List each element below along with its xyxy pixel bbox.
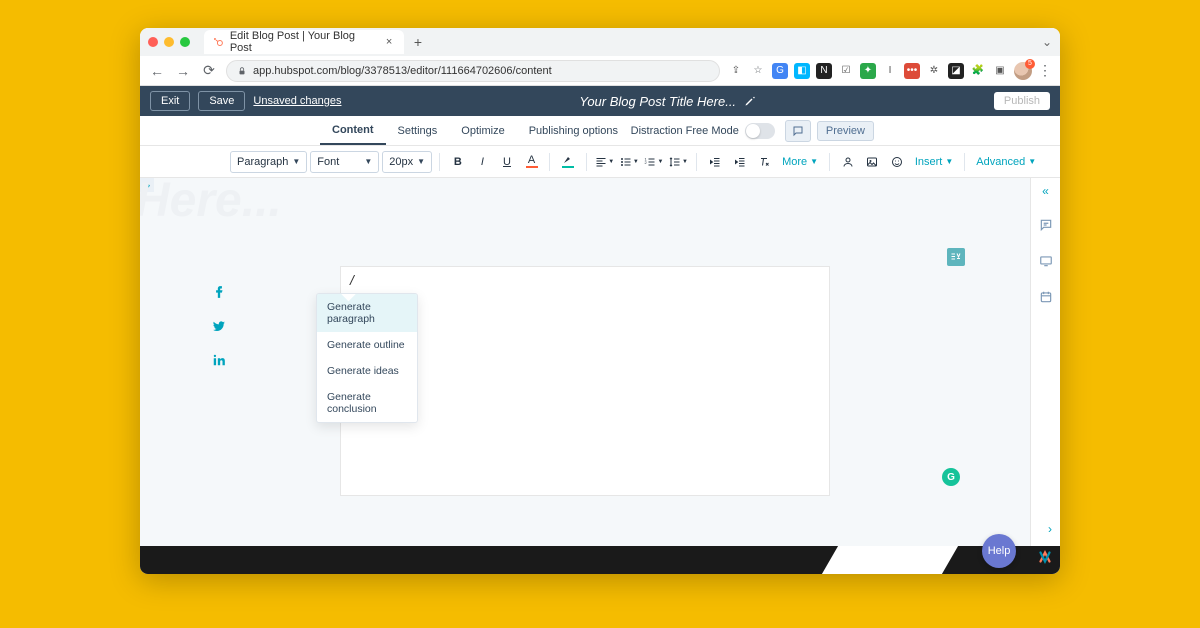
preview-button[interactable]: Preview: [817, 121, 874, 141]
save-button[interactable]: Save: [198, 91, 245, 111]
nav-forward-icon[interactable]: →: [174, 63, 192, 79]
right-tools-rail: «: [1030, 178, 1060, 574]
address-bar[interactable]: app.hubspot.com/blog/3378513/editor/1116…: [226, 60, 720, 82]
distraction-free-toggle[interactable]: [745, 123, 775, 139]
tab-title: Edit Blog Post | Your Blog Post: [230, 30, 378, 54]
comments-button[interactable]: [785, 120, 811, 142]
outdent-button[interactable]: [704, 151, 726, 173]
new-tab-button[interactable]: +: [410, 34, 426, 50]
italic-button[interactable]: I: [472, 151, 494, 173]
profile-avatar[interactable]: 5: [1014, 62, 1032, 80]
notion-ext-icon[interactable]: N: [816, 63, 832, 79]
svg-text:2: 2: [645, 160, 648, 165]
editor-tabs: Content Settings Optimize Publishing opt…: [140, 116, 1060, 146]
schedule-panel-icon[interactable]: [1037, 288, 1055, 306]
indent-button[interactable]: [729, 151, 751, 173]
line-height-button[interactable]: ▼: [668, 151, 690, 173]
tab-optimize[interactable]: Optimize: [449, 116, 516, 145]
extension-icon[interactable]: ☑: [838, 63, 854, 79]
bullet-list-button[interactable]: ▼: [619, 151, 641, 173]
menu-item-generate-paragraph[interactable]: Generate paragraph: [317, 294, 417, 332]
evernote-ext-icon[interactable]: ✦: [860, 63, 876, 79]
align-button[interactable]: ▼: [594, 151, 616, 173]
editor-header: Exit Save Unsaved changes Your Blog Post…: [140, 86, 1060, 116]
exit-button[interactable]: Exit: [150, 91, 190, 111]
notification-badge: 5: [1025, 59, 1035, 69]
extension-icon[interactable]: ◧: [794, 63, 810, 79]
twitter-share-icon[interactable]: [210, 317, 228, 335]
background-title-echo: Here...: [140, 178, 282, 228]
personalization-token-button[interactable]: [837, 151, 859, 173]
lastpass-ext-icon[interactable]: •••: [904, 63, 920, 79]
devices-panel-icon[interactable]: [1037, 252, 1055, 270]
social-share-column: [210, 283, 228, 369]
chat-icon: [792, 125, 804, 137]
hubspot-logo-icon[interactable]: [1036, 548, 1054, 566]
insert-image-button[interactable]: [862, 151, 884, 173]
extensions-row: ⇪ ☆ G ◧ N ☑ ✦ I ••• ✲ ◪ 🧩 ▣ 5 ⋮: [728, 62, 1052, 80]
google-translate-ext-icon[interactable]: G: [772, 63, 788, 79]
window-ext-icon[interactable]: ▣: [992, 63, 1008, 79]
browser-titlebar: Edit Blog Post | Your Blog Post × + ⌄: [140, 28, 1060, 56]
paragraph-style-select[interactable]: Paragraph▼: [230, 151, 307, 173]
browser-window: Edit Blog Post | Your Blog Post × + ⌄ ← …: [140, 28, 1060, 574]
tab-settings[interactable]: Settings: [386, 116, 450, 145]
facebook-share-icon[interactable]: [210, 283, 228, 301]
slash-command-trigger: /: [350, 272, 354, 288]
close-window-icon[interactable]: [148, 37, 158, 47]
font-size-select[interactable]: 20px▼: [382, 151, 432, 173]
tab-publishing-options[interactable]: Publishing options: [517, 116, 630, 145]
hubspot-favicon-icon: [212, 36, 224, 48]
editor-canvas[interactable]: » Here... / G Generate paragraph Generat…: [140, 178, 1060, 574]
post-title[interactable]: Your Blog Post Title Here...: [579, 94, 736, 109]
page-footer-strip: [140, 546, 1060, 574]
lock-icon: [237, 66, 247, 76]
menu-item-generate-ideas[interactable]: Generate ideas: [317, 358, 417, 384]
slash-command-menu: Generate paragraph Generate outline Gene…: [316, 293, 418, 423]
help-button[interactable]: Help: [982, 534, 1016, 568]
comments-panel-icon[interactable]: [1037, 216, 1055, 234]
grammarly-icon[interactable]: G: [942, 468, 960, 486]
minimize-window-icon[interactable]: [164, 37, 174, 47]
browser-tab[interactable]: Edit Blog Post | Your Blog Post ×: [204, 30, 404, 54]
settings-ext-icon[interactable]: ✲: [926, 63, 942, 79]
browser-menu-icon[interactable]: ⋮: [1038, 62, 1052, 79]
ai-assistant-badge-icon[interactable]: [947, 248, 965, 266]
extensions-puzzle-icon[interactable]: 🧩: [970, 63, 986, 79]
numbered-list-button[interactable]: 12▼: [643, 151, 665, 173]
distraction-free-label: Distraction Free Mode: [631, 125, 739, 137]
bold-button[interactable]: B: [447, 151, 469, 173]
extension-icon[interactable]: ◪: [948, 63, 964, 79]
text-cursor-ext-icon[interactable]: I: [882, 63, 898, 79]
publish-button[interactable]: Publish: [994, 92, 1050, 110]
clear-formatting-button[interactable]: [754, 151, 776, 173]
menu-item-generate-outline[interactable]: Generate outline: [317, 332, 417, 358]
tab-content[interactable]: Content: [320, 116, 386, 145]
expand-bottom-panel-icon[interactable]: ›: [1048, 522, 1052, 536]
menu-item-generate-conclusion[interactable]: Generate conclusion: [317, 384, 417, 422]
text-color-button[interactable]: A: [521, 151, 543, 173]
unsaved-changes-link[interactable]: Unsaved changes: [253, 95, 341, 107]
highlight-color-button[interactable]: [557, 151, 579, 173]
nav-back-icon[interactable]: ←: [148, 63, 166, 79]
collapse-right-panel-icon[interactable]: «: [1042, 184, 1049, 198]
bookmark-star-icon[interactable]: ☆: [750, 63, 766, 79]
rich-text-toolbar: Paragraph▼ Font▼ 20px▼ B I U A ▼ ▼ 12▼ ▼…: [140, 146, 1060, 178]
tabs-dropdown-icon[interactable]: ⌄: [1042, 35, 1052, 49]
more-formatting-dropdown[interactable]: More▼: [778, 156, 822, 168]
browser-toolbar: ← → ⟳ app.hubspot.com/blog/3378513/edito…: [140, 56, 1060, 86]
url-text: app.hubspot.com/blog/3378513/editor/1116…: [253, 65, 552, 77]
advanced-dropdown[interactable]: Advanced▼: [972, 156, 1040, 168]
edit-title-icon[interactable]: [744, 95, 756, 107]
insert-dropdown[interactable]: Insert▼: [911, 156, 957, 168]
font-family-select[interactable]: Font▼: [310, 151, 379, 173]
tab-close-icon[interactable]: ×: [384, 37, 394, 47]
underline-button[interactable]: U: [496, 151, 518, 173]
insert-emoji-button[interactable]: [886, 151, 908, 173]
share-icon[interactable]: ⇪: [728, 63, 744, 79]
window-controls: [148, 37, 190, 47]
nav-reload-icon[interactable]: ⟳: [200, 62, 218, 79]
linkedin-share-icon[interactable]: [210, 351, 228, 369]
maximize-window-icon[interactable]: [180, 37, 190, 47]
